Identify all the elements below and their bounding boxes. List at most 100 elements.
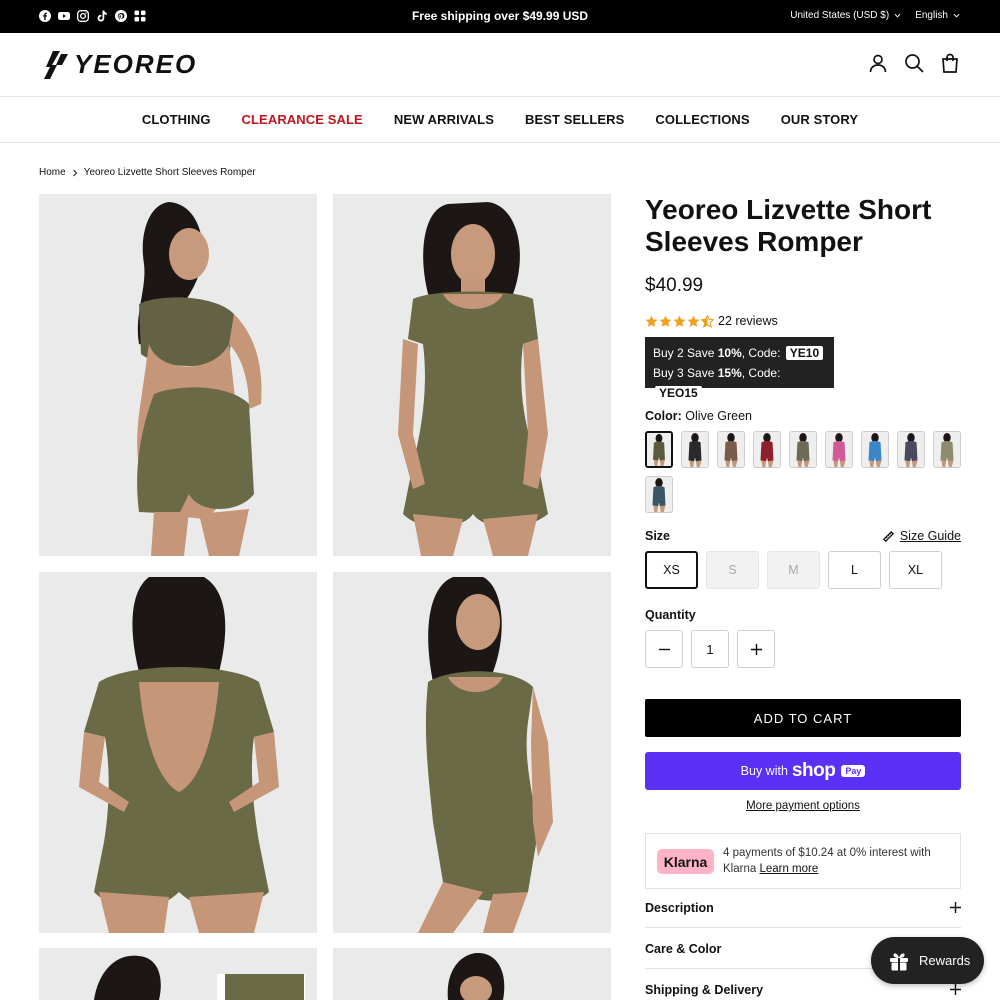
discount-codes-box: Buy 2 Save 10%, Code: YE10 Buy 3 Save 15… <box>645 337 834 400</box>
quantity-label: Quantity <box>645 608 696 622</box>
review-count: 22 reviews <box>718 314 778 328</box>
product-image-front[interactable] <box>333 194 611 556</box>
color-swatch[interactable] <box>645 431 673 468</box>
discount-1-code-label: , Code: <box>741 346 784 360</box>
buy-with-label: Buy with <box>740 764 788 778</box>
breadcrumb-current: Yeoreo Lizvette Short Sleeves Romper <box>83 167 256 178</box>
discount-line-1: Buy 2 Save 10%, Code: YE10 <box>653 343 826 363</box>
discount-2-percent: 15% <box>717 366 742 380</box>
nav-our-story[interactable]: OUR STORY <box>781 112 858 127</box>
product-rating[interactable]: 22 reviews <box>645 314 778 328</box>
logo-mark-icon <box>44 50 68 79</box>
color-swatch[interactable] <box>717 431 745 468</box>
rewards-label: Rewards <box>919 953 971 968</box>
pay-badge: Pay <box>841 765 866 777</box>
size-option-s[interactable]: S <box>706 551 759 589</box>
site-header: YEOREO <box>0 33 1000 97</box>
accordion-description-label: Description <box>645 900 714 915</box>
accordion-description[interactable]: Description <box>645 888 961 928</box>
product-price: $40.99 <box>645 275 704 296</box>
search-icon[interactable] <box>904 53 924 73</box>
chevron-down-icon <box>953 13 960 18</box>
rewards-launcher-button[interactable]: Rewards <box>871 937 984 984</box>
half-star-icon <box>701 314 714 328</box>
product-image-back-open[interactable] <box>39 572 317 933</box>
discount-2-code-label: , Code: <box>741 366 781 380</box>
star-icon <box>687 315 700 327</box>
ruler-icon <box>882 530 894 542</box>
shop-pay-button[interactable]: Buy with shop Pay <box>645 752 961 790</box>
accordion-care-color-label: Care & Color <box>645 941 722 956</box>
quantity-decrease-button[interactable] <box>645 630 683 668</box>
minus-icon <box>658 648 670 650</box>
size-option-xl[interactable]: XL <box>889 551 942 589</box>
cart-icon[interactable] <box>940 53 960 73</box>
gift-icon <box>890 952 908 970</box>
nav-clearance-sale[interactable]: CLEARANCE SALE <box>242 112 363 127</box>
size-options: XS S M L XL <box>645 551 942 589</box>
size-label: Size <box>645 529 671 543</box>
size-guide-label: Size Guide <box>899 529 961 543</box>
product-image-5[interactable] <box>39 948 317 1000</box>
quantity-stepper: 1 <box>645 630 775 668</box>
language-selector[interactable]: English <box>915 10 960 21</box>
country-selector[interactable]: United States (USD $) <box>790 10 901 21</box>
color-swatches <box>645 431 965 513</box>
size-option-l[interactable]: L <box>828 551 881 589</box>
star-icon <box>673 315 686 327</box>
language-label: English <box>915 10 948 21</box>
quantity-increase-button[interactable] <box>737 630 775 668</box>
plus-icon <box>950 902 961 913</box>
logo-text: YEOREO <box>74 49 198 79</box>
quantity-input[interactable]: 1 <box>691 630 729 668</box>
rating-stars <box>645 314 714 328</box>
product-image-side[interactable] <box>333 572 611 933</box>
accordion-shipping-delivery-label: Shipping & Delivery <box>645 982 764 997</box>
color-swatch[interactable] <box>897 431 925 468</box>
star-icon <box>659 315 672 327</box>
nav-best-sellers[interactable]: BEST SELLERS <box>525 112 624 127</box>
country-label: United States (USD $) <box>790 10 890 21</box>
main-navigation: CLOTHING CLEARANCE SALE NEW ARRIVALS BES… <box>0 97 1000 143</box>
discount-1-prefix: Buy 2 Save <box>653 346 718 360</box>
add-to-cart-button[interactable]: ADD TO CART <box>645 699 961 737</box>
klarna-message: 4 payments of $10.24 at 0% interest with… <box>723 845 953 877</box>
color-swatch[interactable] <box>789 431 817 468</box>
brand-logo[interactable]: YEOREO <box>44 49 197 80</box>
size-option-m[interactable]: M <box>767 551 820 589</box>
size-guide-link[interactable]: Size Guide <box>882 529 961 543</box>
product-image-back[interactable] <box>39 194 317 556</box>
color-label: Color: Olive Green <box>645 409 752 423</box>
chevron-right-icon <box>72 169 77 176</box>
color-swatch[interactable] <box>645 476 673 513</box>
nav-collections[interactable]: COLLECTIONS <box>655 112 749 127</box>
color-swatch[interactable] <box>825 431 853 468</box>
klarna-learn-more-link[interactable]: Learn more <box>759 863 818 875</box>
color-swatch[interactable] <box>861 431 889 468</box>
star-icon <box>645 315 658 327</box>
color-label-title: Color: <box>645 409 682 423</box>
nav-clothing[interactable]: CLOTHING <box>142 112 211 127</box>
nav-new-arrivals[interactable]: NEW ARRIVALS <box>394 112 494 127</box>
product-image-6[interactable] <box>333 948 611 1000</box>
klarna-text: 4 payments of $10.24 at 0% interest with… <box>723 847 931 875</box>
selected-color-value: Olive Green <box>685 409 752 423</box>
header-icons <box>868 53 960 73</box>
color-swatch[interactable] <box>933 431 961 468</box>
klarna-installments: Klarna 4 payments of $10.24 at 0% intere… <box>645 833 961 889</box>
discount-code-yeo15[interactable]: YEO15 <box>655 386 702 400</box>
size-option-xs[interactable]: XS <box>645 551 698 589</box>
color-swatch[interactable] <box>753 431 781 468</box>
announcement-bar: Free shipping over $49.99 USD United Sta… <box>0 0 1000 33</box>
breadcrumb-home[interactable]: Home <box>39 167 66 178</box>
discount-code-ye10[interactable]: YE10 <box>785 346 824 360</box>
plus-icon <box>950 984 961 995</box>
chevron-down-icon <box>894 13 901 18</box>
breadcrumb: Home Yeoreo Lizvette Short Sleeves Rompe… <box>39 167 256 178</box>
discount-2-prefix: Buy 3 Save <box>653 366 718 380</box>
plus-icon <box>750 643 762 655</box>
more-payment-options-link[interactable]: More payment options <box>645 800 961 812</box>
color-swatch[interactable] <box>681 431 709 468</box>
discount-1-percent: 10% <box>717 346 742 360</box>
account-icon[interactable] <box>868 53 888 73</box>
